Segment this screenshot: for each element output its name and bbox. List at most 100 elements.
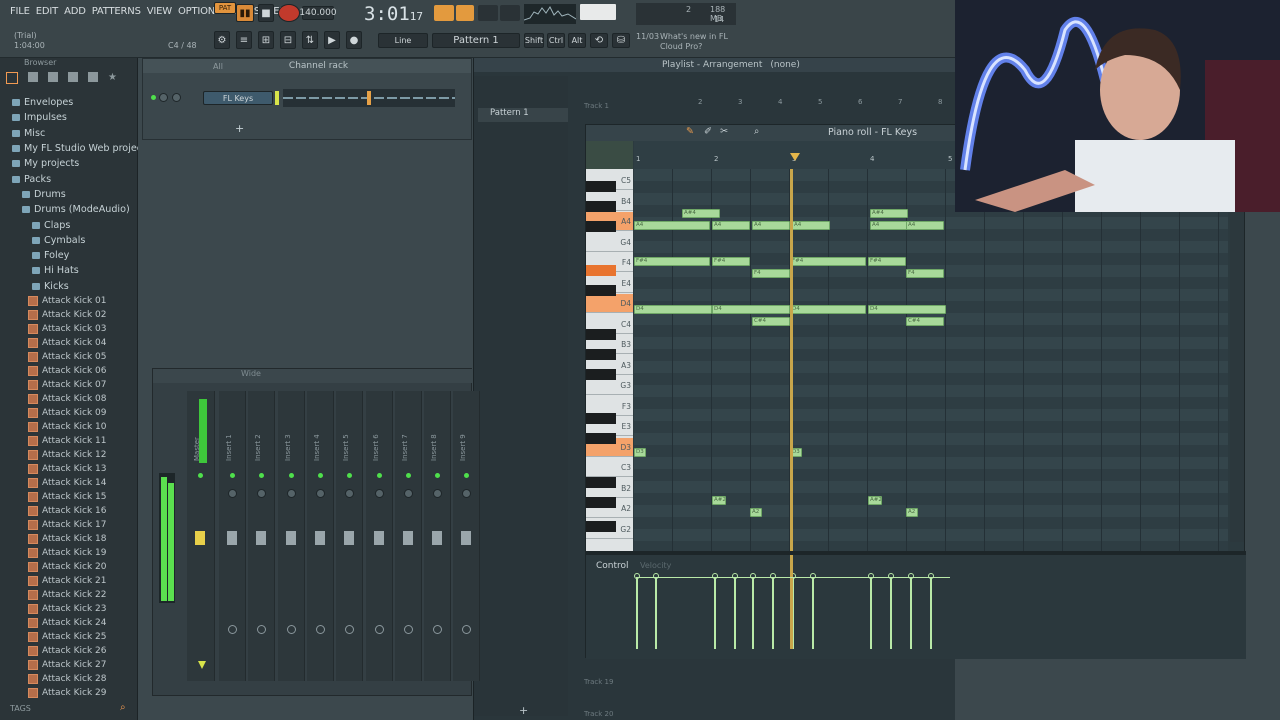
snap-selector[interactable]: Line <box>378 33 428 48</box>
velocity-bar[interactable] <box>910 577 912 649</box>
mixer-insert-strip[interactable]: Insert 2 <box>248 391 276 681</box>
insert-route-knob[interactable] <box>433 625 443 634</box>
metronome-icon[interactable] <box>434 5 454 21</box>
mixer-insert-strip[interactable]: Insert 6 <box>365 391 393 681</box>
tree-item[interactable]: Impulses <box>12 110 137 125</box>
velocity-handle[interactable] <box>810 573 816 579</box>
tree-item[interactable]: Drums (ModeAudio) <box>12 202 137 217</box>
note[interactable]: D4 <box>634 305 712 314</box>
mixer-insert-strip[interactable]: Insert 5 <box>336 391 364 681</box>
play-button[interactable]: ▮▮ <box>236 4 254 22</box>
tree-item[interactable]: My FL Studio Web projects <box>12 141 151 156</box>
insert-fader[interactable] <box>344 531 355 545</box>
master-volume-slider[interactable] <box>580 4 616 20</box>
velocity-bar[interactable] <box>930 577 932 649</box>
insert-led[interactable] <box>288 473 294 478</box>
black-key[interactable] <box>586 349 616 360</box>
piano-keyboard[interactable]: C5 B4 A4 G4 F4 E4 D4 C4 B3 A3 G3 F3 E3 D3 C3 B2 A2 G2 <box>586 169 633 551</box>
note[interactable]: A#4 <box>870 209 908 218</box>
insert-led[interactable] <box>317 473 323 478</box>
sample-item[interactable]: Attack Kick 15 <box>28 490 137 504</box>
sample-item[interactable]: Attack Kick 27 <box>28 658 137 672</box>
insert-pan-knob[interactable] <box>403 489 413 498</box>
tags-label[interactable]: TAGS <box>10 704 31 713</box>
pat-song-toggle[interactable]: PAT <box>214 2 236 14</box>
channel-pan-knob[interactable] <box>172 93 181 102</box>
note[interactable]: F4 <box>752 269 790 278</box>
insert-fader[interactable] <box>461 531 472 545</box>
note[interactable]: D4 <box>868 305 946 314</box>
note[interactable]: A2 <box>906 508 918 517</box>
black-key[interactable] <box>586 369 616 380</box>
sample-item[interactable]: Attack Kick 08 <box>28 392 137 406</box>
insert-fader[interactable] <box>402 531 413 545</box>
pattern-selector[interactable]: Pattern 1 <box>432 33 520 48</box>
insert-pan-knob[interactable] <box>228 489 237 498</box>
master-fader[interactable] <box>195 531 205 545</box>
sample-item[interactable]: Attack Kick 16 <box>28 504 137 518</box>
note[interactable]: A2 <box>750 508 762 517</box>
insert-route-knob[interactable] <box>286 625 296 634</box>
insert-pan-knob[interactable] <box>257 489 267 498</box>
blend-icon[interactable] <box>500 5 520 21</box>
black-key[interactable] <box>586 329 616 340</box>
control-param[interactable]: Velocity <box>640 561 671 570</box>
ctrl-button[interactable]: Ctrl <box>547 33 565 48</box>
playhead-line[interactable] <box>790 169 793 551</box>
shop-icon[interactable]: ⛁ <box>612 33 630 48</box>
velocity-handle[interactable] <box>712 573 718 579</box>
insert-pan-knob[interactable] <box>433 489 443 498</box>
tree-item[interactable]: Envelopes <box>12 95 137 110</box>
insert-led[interactable] <box>347 473 353 478</box>
velocity-handle[interactable] <box>908 573 914 579</box>
insert-led[interactable] <box>376 473 382 478</box>
tree-item[interactable]: Packs <box>12 171 137 186</box>
velocity-bar[interactable] <box>734 577 736 649</box>
insert-led[interactable] <box>230 473 235 478</box>
insert-route-knob[interactable] <box>462 625 472 634</box>
sample-item[interactable]: Attack Kick 29 <box>28 686 137 700</box>
tree-item[interactable]: Hi Hats <box>12 263 137 278</box>
note[interactable]: F4 <box>906 269 944 278</box>
note[interactable]: A4 <box>752 221 790 230</box>
browser-file-icon[interactable] <box>28 72 38 82</box>
toolbar-icon-1[interactable]: ≡ <box>236 31 252 49</box>
master-led[interactable] <box>198 473 203 478</box>
black-key[interactable] <box>586 201 616 212</box>
note-grid[interactable]: A#4 A4 A4 A4 A4 A4 A4 A#4 F#4 F#4 F#4 F#4 F4 F4 D4 D4 D4… <box>634 169 1228 551</box>
sample-item[interactable]: Attack Kick 02 <box>28 308 137 322</box>
velocity-bar[interactable] <box>636 577 638 649</box>
insert-fader[interactable] <box>227 531 237 545</box>
insert-fader[interactable] <box>432 531 443 545</box>
microphone-icon[interactable]: ● <box>346 31 362 49</box>
insert-fader[interactable] <box>285 531 296 545</box>
browser-all-icon[interactable] <box>6 72 18 84</box>
note[interactable]: D3 <box>634 448 646 457</box>
black-key[interactable] <box>586 265 616 276</box>
browser-plugin-icon[interactable] <box>48 72 58 82</box>
note[interactable]: F#4 <box>634 257 710 266</box>
paint-tool-icon[interactable]: ✐ <box>704 126 712 137</box>
control-label[interactable]: Control <box>596 561 629 571</box>
sample-item[interactable]: Attack Kick 11 <box>28 434 137 448</box>
sample-item[interactable]: Attack Kick 24 <box>28 616 137 630</box>
insert-pan-knob[interactable] <box>462 489 472 498</box>
tree-item[interactable]: Kicks <box>12 279 137 294</box>
velocity-handle[interactable] <box>634 573 640 579</box>
tree-item[interactable]: My projects <box>12 156 137 171</box>
mixer-insert-strip[interactable]: Insert 1 <box>219 391 246 681</box>
velocity-bar[interactable] <box>870 577 872 649</box>
tree-item[interactable]: Cymbals <box>12 233 137 248</box>
plugin-icon[interactable]: ⟲ <box>590 33 608 48</box>
insert-route-knob[interactable] <box>315 625 325 634</box>
velocity-bar[interactable] <box>890 577 892 649</box>
tree-item[interactable]: Drums <box>12 187 137 202</box>
note[interactable]: A4 <box>712 221 750 230</box>
sample-item[interactable]: Attack Kick 26 <box>28 644 137 658</box>
channel-filter[interactable]: All <box>213 62 223 71</box>
black-key[interactable] <box>586 477 616 488</box>
add-channel-button[interactable]: + <box>235 122 244 135</box>
black-key[interactable] <box>586 285 616 296</box>
insert-led[interactable] <box>405 473 411 478</box>
menu-file[interactable]: FILE <box>10 6 30 17</box>
